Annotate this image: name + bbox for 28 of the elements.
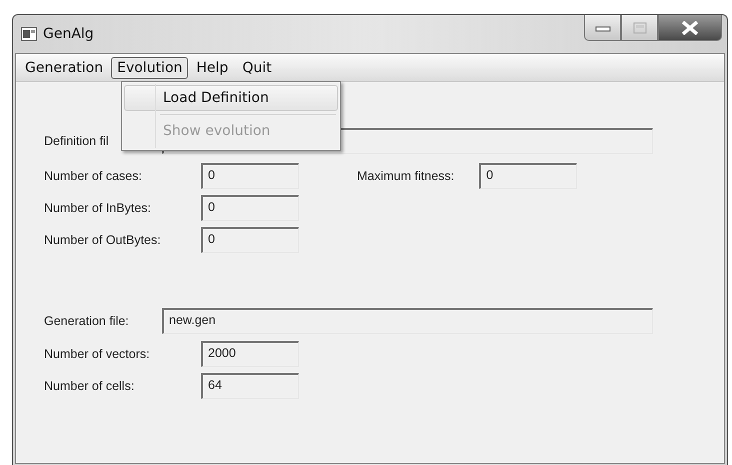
field-label: Number of OutBytes: (44, 233, 162, 247)
field-label: Number of cells: (44, 379, 136, 393)
menu-item[interactable]: Load Definition (124, 85, 338, 111)
field-label: Number of InBytes: (44, 201, 152, 215)
text-field[interactable]: 0 (201, 195, 299, 221)
text-field[interactable]: 64 (201, 373, 299, 399)
field-label: Generation file: (44, 314, 130, 328)
menu-item[interactable]: Quit (236, 56, 278, 78)
text-field[interactable]: 0 (479, 163, 578, 189)
text-field[interactable]: 0 (201, 227, 299, 253)
app-icon (21, 27, 37, 41)
text-field[interactable]: 0 (201, 163, 299, 189)
window-title: GenAlg (43, 26, 94, 42)
text-field[interactable]: 2000 (201, 341, 299, 367)
menu-item[interactable]: Help (190, 56, 234, 78)
maximize-button[interactable] (621, 15, 658, 41)
minimize-icon (594, 24, 610, 32)
minimize-button[interactable] (584, 15, 621, 41)
close-icon (680, 20, 700, 34)
menu-item[interactable]: Evolution (111, 56, 188, 78)
maximize-icon (632, 22, 646, 34)
field-label: Number of vectors: (44, 347, 151, 361)
field-label: Maximum fitness: (357, 169, 454, 183)
field-label: Number of cases: (44, 169, 143, 183)
field-label: Definition fil (44, 134, 110, 148)
text-field[interactable]: new.gen (162, 308, 653, 334)
menu-item[interactable]: Generation (19, 56, 110, 78)
close-button[interactable] (658, 15, 722, 41)
